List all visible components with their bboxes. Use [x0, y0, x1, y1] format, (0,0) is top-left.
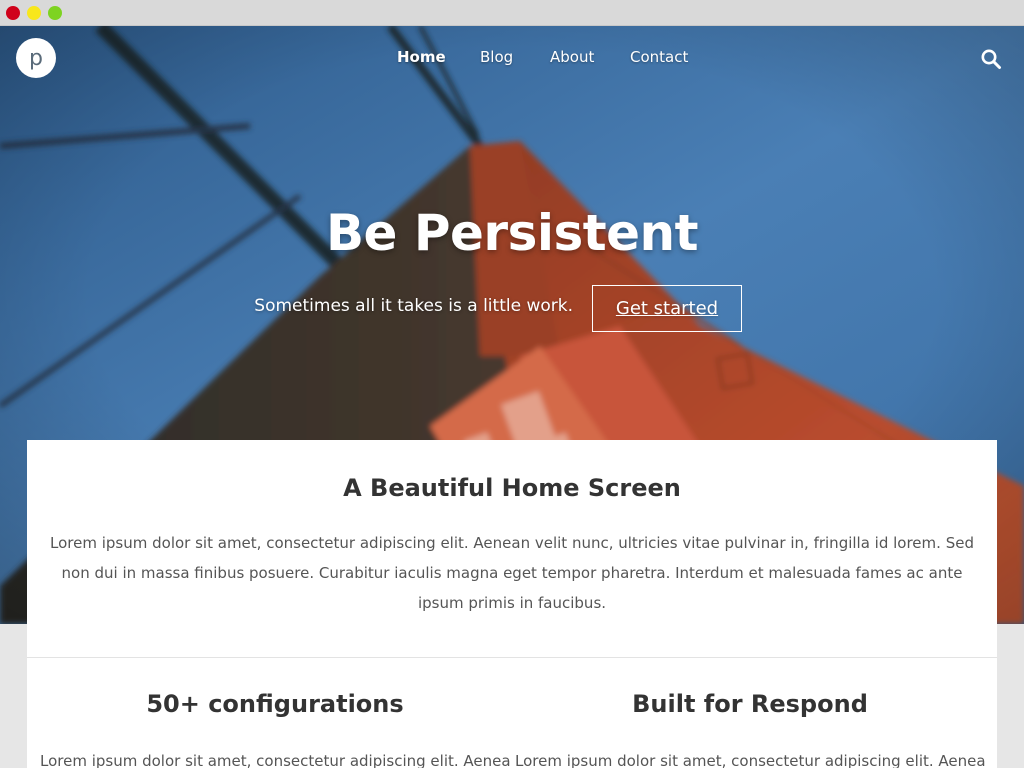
window-maximize-button[interactable]	[48, 6, 62, 20]
browser-toolbar	[0, 0, 1024, 26]
feature-text: Lorem ipsum dolor sit amet, consectetur …	[40, 752, 510, 768]
feature-text: Lorem ipsum dolor sit amet, consectetur …	[515, 752, 985, 768]
section-divider	[27, 657, 997, 658]
window-minimize-button[interactable]	[27, 6, 41, 20]
feature-column: 50+ configurations Lorem ipsum dolor sit…	[40, 690, 510, 768]
feature-title: 50+ configurations	[146, 690, 404, 718]
hero-title: Be Persistent	[325, 204, 699, 262]
nav-contact-link[interactable]: Contact	[630, 48, 688, 66]
main-nav: Home Blog About Contact	[0, 48, 1024, 68]
nav-blog-link[interactable]: Blog	[480, 48, 513, 66]
get-started-button[interactable]: Get started	[592, 285, 742, 332]
intro-text: Lorem ipsum dolor sit amet, consectetur …	[50, 534, 974, 612]
window-close-button[interactable]	[6, 6, 20, 20]
intro-title: A Beautiful Home Screen	[343, 474, 681, 502]
nav-about-link[interactable]: About	[550, 48, 594, 66]
search-icon[interactable]	[980, 48, 1002, 70]
feature-title: Built for Respond	[632, 690, 868, 718]
content-card: A Beautiful Home Screen Lorem ipsum dolo…	[27, 440, 997, 768]
nav-home-link[interactable]: Home	[397, 48, 446, 66]
hero-subtitle: Sometimes all it takes is a little work.	[254, 296, 573, 316]
feature-column: Built for Respond Lorem ipsum dolor sit …	[515, 690, 985, 768]
